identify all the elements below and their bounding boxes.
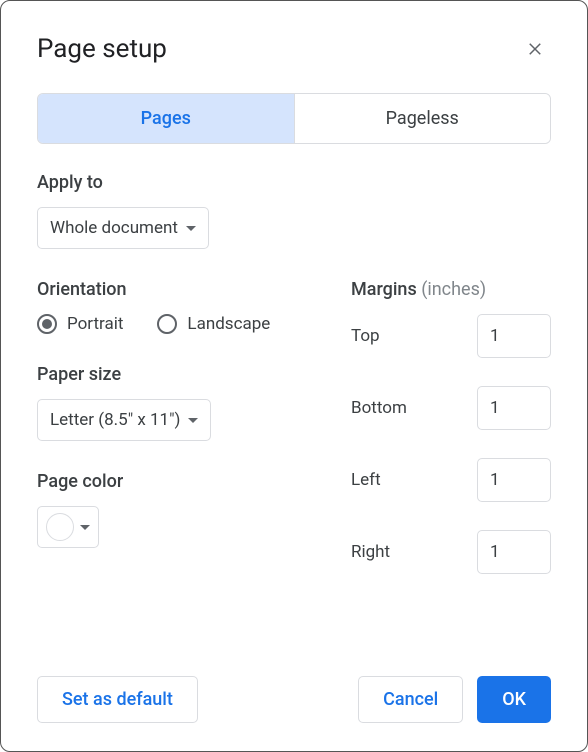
content-columns: Orientation Portrait Landscape Paper siz… (37, 279, 551, 602)
page-color-label: Page color (37, 471, 311, 492)
page-color-dropdown[interactable] (37, 506, 99, 548)
dialog-title: Page setup (37, 34, 167, 64)
dialog-footer: Set as default Cancel OK (37, 676, 551, 723)
margin-left-row: Left (351, 458, 551, 502)
paper-size-dropdown[interactable]: Letter (8.5" x 11") (37, 399, 211, 441)
margin-right-label: Right (351, 542, 390, 562)
orientation-section: Orientation Portrait Landscape (37, 279, 311, 334)
apply-to-value: Whole document (50, 218, 178, 238)
margin-top-input[interactable] (477, 314, 551, 358)
footer-right-buttons: Cancel OK (358, 676, 551, 723)
left-column: Orientation Portrait Landscape Paper siz… (37, 279, 311, 602)
radio-icon (157, 314, 177, 334)
radio-landscape[interactable]: Landscape (157, 314, 270, 334)
dialog-header: Page setup (37, 33, 551, 65)
margins-label: Margins (inches) (351, 279, 551, 300)
margin-bottom-label: Bottom (351, 398, 407, 418)
color-swatch (46, 513, 74, 541)
tab-group: Pages Pageless (37, 93, 551, 144)
margin-top-label: Top (351, 326, 380, 346)
radio-portrait-label: Portrait (67, 314, 123, 334)
chevron-down-icon (186, 226, 196, 231)
set-default-button[interactable]: Set as default (37, 676, 198, 723)
orientation-radios: Portrait Landscape (37, 314, 311, 334)
paper-size-section: Paper size Letter (8.5" x 11") (37, 364, 311, 441)
paper-size-value: Letter (8.5" x 11") (50, 410, 180, 430)
radio-portrait[interactable]: Portrait (37, 314, 123, 334)
chevron-down-icon (188, 418, 198, 423)
apply-to-dropdown[interactable]: Whole document (37, 207, 209, 249)
tab-pageless[interactable]: Pageless (294, 94, 551, 143)
apply-to-label: Apply to (37, 172, 551, 193)
ok-button[interactable]: OK (477, 676, 551, 723)
apply-to-section: Apply to Whole document (37, 172, 551, 249)
page-color-section: Page color (37, 471, 311, 548)
close-icon (526, 40, 544, 58)
paper-size-label: Paper size (37, 364, 311, 385)
margin-bottom-row: Bottom (351, 386, 551, 430)
chevron-down-icon (80, 525, 90, 530)
margins-hint: (inches) (421, 279, 486, 300)
close-button[interactable] (519, 33, 551, 65)
orientation-label: Orientation (37, 279, 311, 300)
tab-pages[interactable]: Pages (38, 94, 294, 143)
radio-landscape-label: Landscape (187, 314, 270, 334)
margin-top-row: Top (351, 314, 551, 358)
margin-right-input[interactable] (477, 530, 551, 574)
margin-bottom-input[interactable] (477, 386, 551, 430)
margins-label-text: Margins (351, 279, 417, 300)
cancel-button[interactable]: Cancel (358, 676, 463, 723)
radio-icon (37, 314, 57, 334)
page-setup-dialog: Page setup Pages Pageless Apply to Whole… (0, 0, 588, 752)
right-column: Margins (inches) Top Bottom Left Right (351, 279, 551, 602)
margin-right-row: Right (351, 530, 551, 574)
margin-left-label: Left (351, 470, 381, 490)
margin-left-input[interactable] (477, 458, 551, 502)
